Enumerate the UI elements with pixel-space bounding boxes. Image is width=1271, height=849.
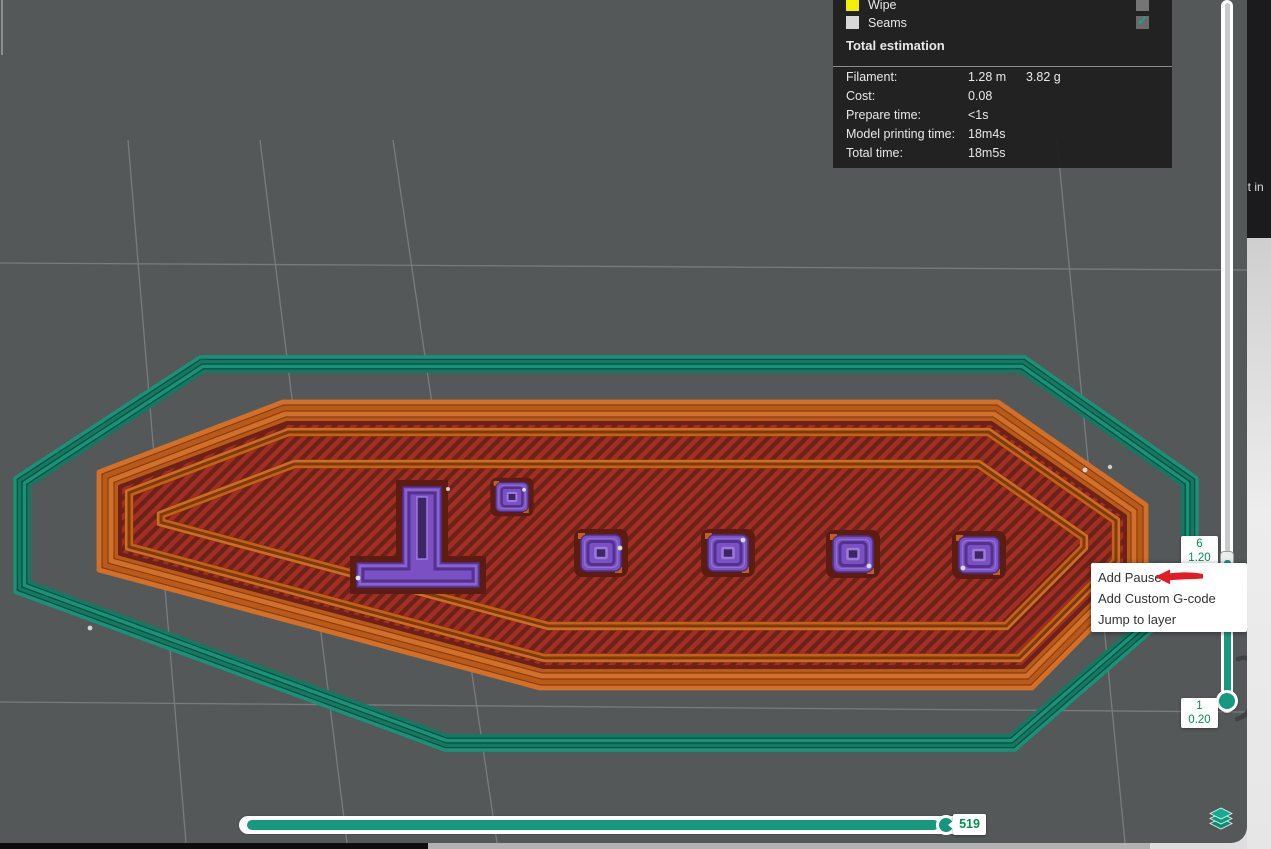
menu-item-add-custom-gcode[interactable]: Add Custom G-code [1091,588,1247,609]
legend-label: Wipe [868,0,896,12]
legend-row-wipe: Wipe [833,0,1172,14]
seams-color-swatch [846,16,859,29]
wipe-color-swatch [846,0,859,11]
divider [833,66,1172,67]
upper-layer-badge: 6 1.20 [1181,536,1218,566]
estimation-row: Cost: 0.08 [833,88,1172,107]
estimation-row: Prepare time: <1s [833,107,1172,126]
legend-row-seams: Seams ✓ [833,16,1172,32]
move-slider-fill [247,820,939,830]
move-slider-track[interactable] [239,816,985,834]
move-value-badge: 519 [953,814,986,835]
layer-slider-track-upper [1225,3,1230,553]
estimation-row: Total time: 18m5s [833,145,1172,164]
taskbar-edge [0,843,428,849]
red-arrow-annotation [1154,569,1204,585]
checkmark-icon: ✓ [1136,13,1149,26]
bracket-shape [1237,658,1247,719]
estimation-title: Total estimation [846,38,945,53]
estimation-row: Filament: 1.28 m 3.82 g [833,69,1172,88]
lower-layer-badge: 1 0.20 [1181,698,1218,728]
viewport-3d[interactable]: Wipe Seams ✓ Total estimation Filament: … [0,0,1247,843]
layers-icon[interactable] [1208,806,1234,832]
estimation-row: Model printing time: 18m4s [833,126,1172,145]
background-window-dark: it in [1247,0,1271,238]
layer-slider-lower-handle[interactable] [1216,690,1238,712]
seams-visibility-checkbox[interactable]: ✓ [1136,16,1149,29]
wipe-visibility-checkbox[interactable] [1136,0,1149,11]
clipped-background-text: it in [1247,180,1264,194]
legend-label: Seams [868,16,907,30]
menu-item-jump-to-layer[interactable]: Jump to layer [1091,609,1247,630]
window-edge-glint [1,0,3,55]
legend-panel: Wipe Seams ✓ Total estimation Filament: … [833,0,1172,168]
background-window-light [1247,238,1271,849]
